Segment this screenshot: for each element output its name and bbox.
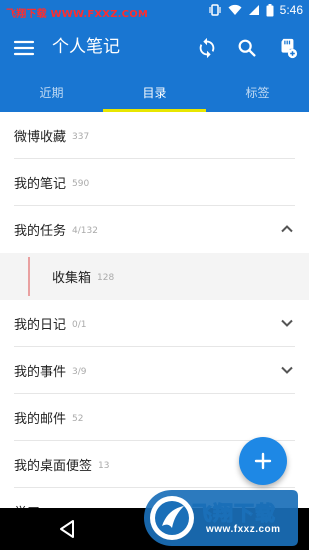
signal-icon — [248, 5, 259, 15]
battery-icon — [266, 3, 274, 16]
chevron-up-icon[interactable] — [279, 221, 295, 237]
list-item-my-tasks[interactable]: 我的任务 4/132 — [0, 206, 309, 253]
list-item-count: 590 — [72, 178, 90, 189]
list-item-my-mail[interactable]: 我的邮件 52 — [0, 394, 309, 441]
list-item-my-diary[interactable]: 我的日记 0/1 — [0, 300, 309, 347]
list-item-count: 3/9 — [72, 366, 87, 377]
tab-bar: 近期 目录 标签 — [0, 72, 309, 112]
list-item-count: 128 — [97, 272, 115, 283]
list-item-label: 我的笔记 — [14, 177, 67, 192]
sync-icon[interactable] — [195, 36, 219, 60]
back-icon[interactable] — [58, 519, 76, 539]
watermark-logo-text: 飞翔下载 — [192, 501, 276, 526]
status-time: 5:46 — [279, 3, 303, 17]
list-item-count: 337 — [72, 131, 90, 142]
list-item-my-events[interactable]: 我的事件 3/9 — [0, 347, 309, 394]
list-item-count: 4/132 — [72, 225, 98, 236]
list-item-my-notes[interactable]: 我的笔记 590 — [0, 159, 309, 206]
list-item-label: 我的任务 — [14, 224, 67, 239]
sub-indicator — [28, 257, 30, 296]
watermark-text: 飞翔下载 WWW.FXXZ.COM — [6, 9, 149, 20]
status-icons: 5:46 — [208, 3, 303, 17]
wifi-icon — [228, 4, 242, 15]
list-item-count: 0/1 — [72, 319, 87, 330]
search-icon[interactable] — [235, 36, 259, 60]
sd-card-add-icon[interactable] — [275, 36, 299, 60]
list-item-label: 我的邮件 — [14, 412, 67, 427]
list-item-label: 我的事件 — [14, 365, 67, 380]
list-item-label: 微博收藏 — [14, 130, 67, 145]
watermark-logo-url: www.fxxz.com — [206, 524, 281, 535]
tab-tags[interactable]: 标签 — [206, 72, 309, 112]
list-item-label: 我的桌面便签 — [14, 459, 93, 474]
tab-recent[interactable]: 近期 — [0, 72, 103, 112]
status-bar: 飞翔下载 WWW.FXXZ.COM 5:46 — [0, 0, 309, 24]
list-item-weibo-favorites[interactable]: 微博收藏 337 — [0, 112, 309, 159]
tab-directory[interactable]: 目录 — [103, 72, 206, 112]
app-actions — [195, 36, 299, 60]
menu-icon[interactable] — [12, 36, 36, 60]
list-item-label: 收集箱 — [52, 271, 92, 286]
list-item-count: 13 — [98, 460, 110, 471]
add-note-button[interactable] — [239, 437, 287, 485]
app-bar: 个人笔记 — [0, 24, 309, 72]
list-item-inbox[interactable]: 收集箱 128 — [0, 253, 309, 300]
chevron-down-icon[interactable] — [279, 362, 295, 378]
chevron-down-icon[interactable] — [279, 315, 295, 331]
list-item-count: 52 — [72, 413, 84, 424]
vibrate-icon — [209, 4, 221, 16]
list-item-label: 我的日记 — [14, 318, 67, 333]
plus-icon — [254, 452, 272, 470]
app-title: 个人笔记 — [52, 37, 120, 57]
